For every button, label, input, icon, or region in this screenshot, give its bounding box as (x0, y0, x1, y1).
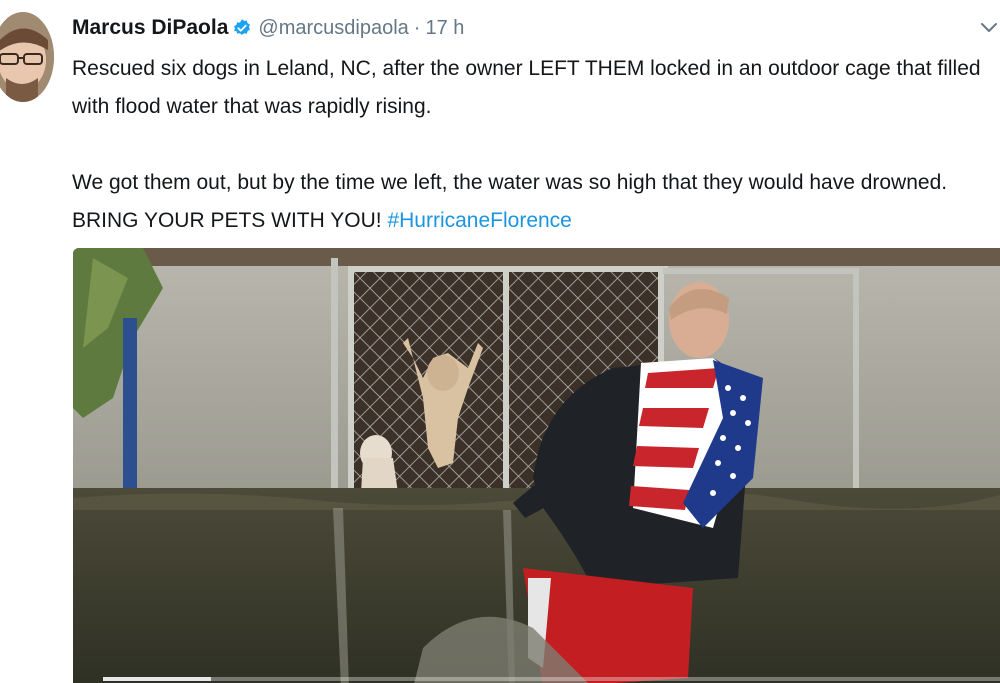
tweet-timestamp[interactable]: 17 h (425, 17, 464, 40)
tweet-text: Rescued six dogs in Leland, NC, after th… (72, 50, 997, 240)
user-handle[interactable]: @marcusdipaola (258, 17, 408, 40)
header-separator: · (413, 16, 421, 39)
hashtag-link[interactable]: #HurricaneFlorence (387, 209, 571, 232)
verified-badge-icon (232, 18, 252, 38)
tweet-paragraph-1: Rescued six dogs in Leland, NC, after th… (72, 57, 981, 118)
video-player[interactable] (73, 248, 1000, 683)
avatar[interactable] (0, 12, 54, 102)
chevron-down-icon[interactable] (978, 16, 1000, 38)
video-progress-bar[interactable] (103, 677, 1000, 681)
tweet-header: Marcus DiPaola @marcusdipaola · 17 h (72, 13, 464, 43)
tweet-paragraph-2: We got them out, but by the time we left… (72, 164, 997, 240)
display-name[interactable]: Marcus DiPaola (72, 16, 228, 40)
video-progress-fill (103, 677, 211, 681)
tweet: Marcus DiPaola @marcusdipaola · 17 h Res… (0, 0, 1000, 683)
